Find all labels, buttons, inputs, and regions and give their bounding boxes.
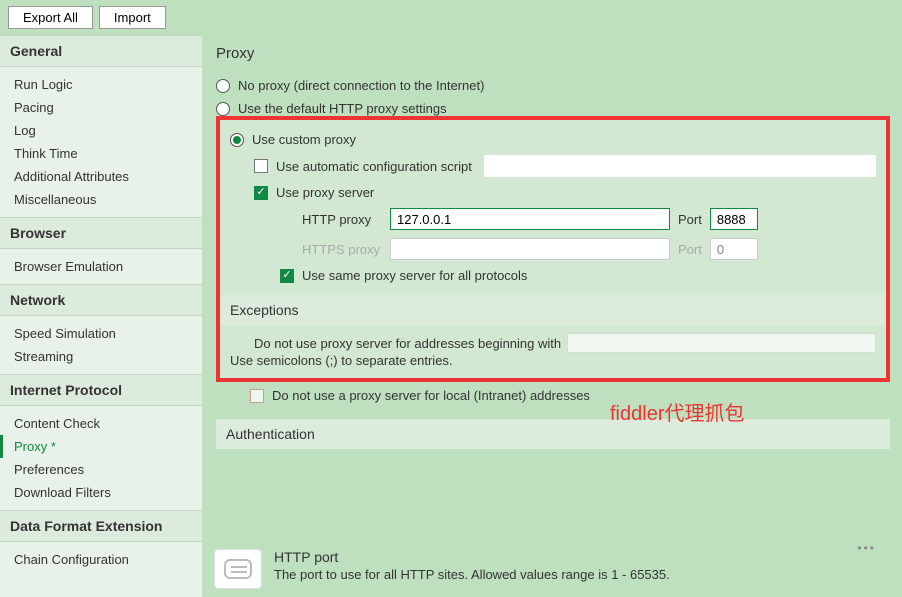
checkbox-auto-config-script[interactable] (254, 159, 268, 173)
sidebar-item-pacing[interactable]: Pacing (0, 96, 202, 119)
drag-handle-icon[interactable]: ••• (857, 541, 876, 555)
help-speech-icon (214, 549, 262, 589)
sidebar-item-proxy[interactable]: Proxy * (0, 435, 202, 458)
http-port-label: Port (678, 212, 702, 227)
page-title: Proxy (216, 35, 890, 74)
http-proxy-label: HTTP proxy (302, 212, 382, 227)
radio-default-proxy[interactable] (216, 102, 230, 116)
sidebar-item-miscellaneous[interactable]: Miscellaneous (0, 188, 202, 211)
highlight-box: Use custom proxy Use automatic configura… (216, 116, 890, 382)
https-port-label: Port (678, 242, 702, 257)
sidebar-item-download-filters[interactable]: Download Filters (0, 481, 202, 504)
radio-custom-proxy[interactable] (230, 133, 244, 147)
help-footer: ••• HTTP port The port to use for all HT… (210, 549, 892, 589)
radio-no-proxy[interactable] (216, 79, 230, 93)
help-description: The port to use for all HTTP sites. Allo… (274, 567, 892, 582)
sidebar-item-log[interactable]: Log (0, 119, 202, 142)
checkbox-use-proxy-server[interactable] (254, 186, 268, 200)
radio-no-proxy-label: No proxy (direct connection to the Inter… (238, 78, 484, 93)
export-all-button[interactable]: Export All (8, 6, 93, 29)
auto-config-script-input[interactable] (484, 155, 876, 177)
section-header-internet-protocol: Internet Protocol (0, 374, 202, 406)
section-header-data-format-extension: Data Format Extension (0, 510, 202, 542)
sidebar-item-preferences[interactable]: Preferences (0, 458, 202, 481)
help-title: HTTP port (274, 549, 892, 567)
sidebar-item-run-logic[interactable]: Run Logic (0, 73, 202, 96)
sidebar: General Run Logic Pacing Log Think Time … (0, 35, 202, 597)
section-header-network: Network (0, 284, 202, 316)
exceptions-header: Exceptions (220, 295, 886, 325)
sidebar-item-browser-emulation[interactable]: Browser Emulation (0, 255, 202, 278)
http-proxy-port-input[interactable] (710, 208, 758, 230)
import-button[interactable]: Import (99, 6, 166, 29)
radio-default-proxy-label: Use the default HTTP proxy settings (238, 101, 447, 116)
authentication-header: Authentication (216, 419, 890, 449)
sidebar-item-additional-attributes[interactable]: Additional Attributes (0, 165, 202, 188)
checkbox-auto-config-script-label: Use automatic configuration script (276, 159, 472, 174)
https-proxy-host-input (390, 238, 670, 260)
checkbox-intranet-label: Do not use a proxy server for local (Int… (272, 388, 590, 403)
exceptions-line1: Do not use proxy server for addresses be… (254, 336, 561, 351)
checkbox-same-proxy-all-label: Use same proxy server for all protocols (302, 268, 527, 283)
checkbox-use-proxy-server-label: Use proxy server (276, 185, 374, 200)
radio-custom-proxy-label: Use custom proxy (252, 132, 356, 147)
sidebar-item-chain-configuration[interactable]: Chain Configuration (0, 548, 202, 571)
exceptions-input[interactable] (567, 333, 876, 353)
section-header-general: General (0, 35, 202, 67)
sidebar-item-streaming[interactable]: Streaming (0, 345, 202, 368)
checkbox-same-proxy-all[interactable] (280, 269, 294, 283)
content-panel: Proxy No proxy (direct connection to the… (202, 35, 902, 597)
checkbox-intranet[interactable] (250, 389, 264, 403)
exceptions-line2: Use semicolons (;) to separate entries. (230, 353, 876, 368)
sidebar-item-speed-simulation[interactable]: Speed Simulation (0, 322, 202, 345)
section-header-browser: Browser (0, 217, 202, 249)
sidebar-item-think-time[interactable]: Think Time (0, 142, 202, 165)
https-proxy-label: HTTPS proxy (302, 242, 382, 257)
sidebar-item-content-check[interactable]: Content Check (0, 412, 202, 435)
https-proxy-port-input (710, 238, 758, 260)
http-proxy-host-input[interactable] (390, 208, 670, 230)
